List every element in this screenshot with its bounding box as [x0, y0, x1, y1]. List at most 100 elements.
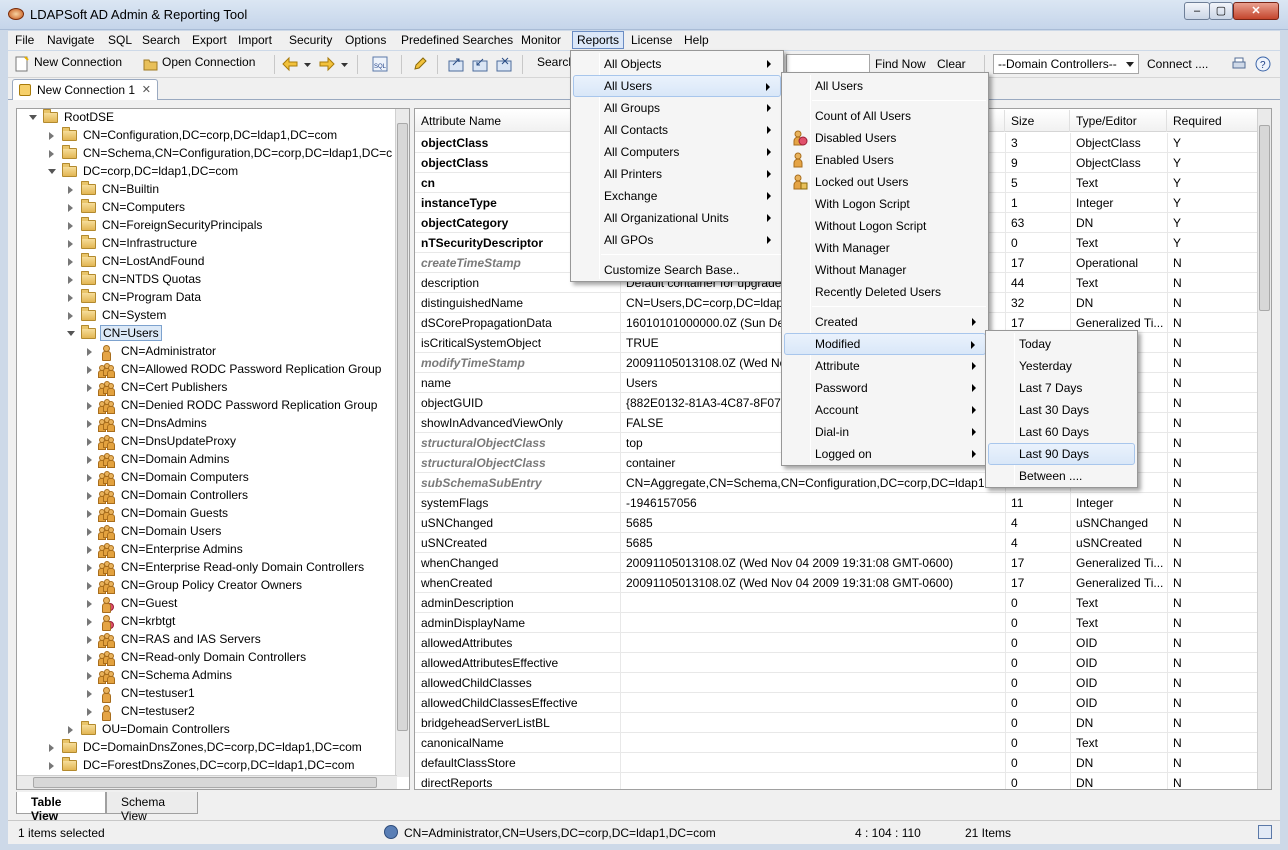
expand-closed-icon[interactable] — [87, 654, 92, 662]
expand-closed-icon[interactable] — [68, 240, 73, 248]
reports-item-customize-search-base[interactable]: Customize Search Base.. — [573, 259, 781, 281]
sql-icon[interactable]: SQL — [372, 56, 388, 72]
tree-node[interactable]: DC=DomainDnsZones,DC=corp,DC=ldap1,DC=co… — [17, 739, 397, 757]
table-row[interactable]: allowedAttributesEffective 0 OID N — [415, 653, 1259, 673]
expand-closed-icon[interactable] — [87, 582, 92, 590]
export-icon[interactable] — [448, 56, 464, 72]
expand-closed-icon[interactable] — [68, 258, 73, 266]
expand-closed-icon[interactable] — [68, 204, 73, 212]
reports-item-all-contacts[interactable]: All Contacts — [573, 119, 781, 141]
tree-node[interactable]: CN=Administrator — [17, 343, 397, 361]
expand-closed-icon[interactable] — [49, 132, 54, 140]
reports-item-exchange[interactable]: Exchange — [573, 185, 781, 207]
tree-node[interactable]: CN=Enterprise Admins — [17, 541, 397, 559]
modified-item-last-30-days[interactable]: Last 30 Days — [988, 399, 1135, 421]
tree-node[interactable]: CN=LostAndFound — [17, 253, 397, 271]
tree-node[interactable]: CN=Group Policy Creator Owners — [17, 577, 397, 595]
tree-node[interactable]: CN=Guest — [17, 595, 397, 613]
expand-closed-icon[interactable] — [68, 312, 73, 320]
users-item-attribute[interactable]: Attribute — [784, 355, 986, 377]
connect-button[interactable]: Connect .... — [1147, 57, 1208, 71]
table-vertical-scrollbar[interactable] — [1257, 109, 1271, 789]
users-item-locked-out-users[interactable]: Locked out Users — [784, 171, 986, 193]
expand-closed-icon[interactable] — [87, 420, 92, 428]
tree-node[interactable]: DC=ForestDnsZones,DC=corp,DC=ldap1,DC=co… — [17, 757, 397, 775]
menu-predefined-searches[interactable]: Predefined Searches — [397, 32, 517, 48]
menu-import[interactable]: Import — [234, 32, 276, 48]
users-item-account[interactable]: Account — [784, 399, 986, 421]
expand-closed-icon[interactable] — [87, 672, 92, 680]
tree-node[interactable]: CN=testuser1 — [17, 685, 397, 703]
table-row[interactable]: adminDisplayName 0 Text N — [415, 613, 1259, 633]
expand-closed-icon[interactable] — [87, 636, 92, 644]
users-item-all-users[interactable]: All Users — [784, 75, 986, 97]
tree-node[interactable]: CN=Denied RODC Password Replication Grou… — [17, 397, 397, 415]
tree-node[interactable]: CN=Infrastructure — [17, 235, 397, 253]
tree-node[interactable]: CN=Domain Users — [17, 523, 397, 541]
users-item-with-logon-script[interactable]: With Logon Script — [784, 193, 986, 215]
tree-node[interactable]: DC=corp,DC=ldap1,DC=com — [17, 163, 397, 181]
expand-open-icon[interactable] — [48, 169, 56, 174]
table-row[interactable]: bridgeheadServerListBL 0 DN N — [415, 713, 1259, 733]
users-item-created[interactable]: Created — [784, 311, 986, 333]
expand-closed-icon[interactable] — [87, 402, 92, 410]
expand-closed-icon[interactable] — [87, 564, 92, 572]
tab-schema-view[interactable]: Schema View — [106, 792, 198, 823]
close-button[interactable]: ✕ — [1233, 2, 1279, 20]
users-item-disabled-users[interactable]: Disabled Users — [784, 127, 986, 149]
expand-closed-icon[interactable] — [87, 690, 92, 698]
menu-reports[interactable]: Reports — [572, 31, 625, 49]
modified-item-between[interactable]: Between .... — [988, 465, 1135, 487]
tree-node[interactable]: OU=Domain Controllers — [17, 721, 397, 739]
table-row[interactable]: defaultClassStore 0 DN N — [415, 753, 1259, 773]
table-row[interactable]: allowedChildClassesEffective 0 OID N — [415, 693, 1259, 713]
print-icon[interactable] — [1231, 56, 1247, 72]
users-item-without-logon-script[interactable]: Without Logon Script — [784, 215, 986, 237]
expand-closed-icon[interactable] — [87, 438, 92, 446]
expand-closed-icon[interactable] — [87, 618, 92, 626]
domain-controllers-select[interactable]: --Domain Controllers-- — [993, 54, 1139, 74]
clear-button[interactable]: Clear — [937, 57, 966, 71]
tree-horizontal-scrollbar[interactable] — [17, 775, 397, 789]
column-size[interactable]: Size — [1005, 110, 1070, 132]
modified-item-today[interactable]: Today — [988, 333, 1135, 355]
reports-item-all-objects[interactable]: All Objects — [573, 53, 781, 75]
expand-open-icon[interactable] — [29, 115, 37, 120]
tree-node[interactable]: RootDSE — [17, 109, 397, 127]
menu-security[interactable]: Security — [285, 32, 336, 48]
expand-closed-icon[interactable] — [68, 186, 73, 194]
reports-item-all-users[interactable]: All Users — [573, 75, 781, 97]
delete-entry-icon[interactable] — [496, 56, 512, 72]
tree-node[interactable]: CN=Builtin — [17, 181, 397, 199]
modified-item-yesterday[interactable]: Yesterday — [988, 355, 1135, 377]
find-now-button[interactable]: Find Now — [875, 57, 926, 71]
expand-closed-icon[interactable] — [87, 456, 92, 464]
modified-item-last-90-days[interactable]: Last 90 Days — [988, 443, 1135, 465]
table-row[interactable]: allowedChildClasses 0 OID N — [415, 673, 1259, 693]
table-row[interactable]: directReports 0 DN N — [415, 773, 1259, 789]
tree-node[interactable]: CN=Domain Admins — [17, 451, 397, 469]
expand-closed-icon[interactable] — [87, 348, 92, 356]
reports-item-all-organizational-units[interactable]: All Organizational Units — [573, 207, 781, 229]
users-item-password[interactable]: Password — [784, 377, 986, 399]
forward-dropdown-icon[interactable] — [341, 56, 349, 72]
tree-node[interactable]: CN=Domain Computers — [17, 469, 397, 487]
tree-node[interactable]: CN=Configuration,DC=corp,DC=ldap1,DC=com — [17, 127, 397, 145]
table-row[interactable]: allowedAttributes 0 OID N — [415, 633, 1259, 653]
table-row[interactable]: uSNChanged 5685 4 uSNChanged N — [415, 513, 1259, 533]
expand-closed-icon[interactable] — [49, 762, 54, 770]
help-icon[interactable]: ? — [1255, 56, 1271, 72]
users-item-dial-in[interactable]: Dial-in — [784, 421, 986, 443]
users-item-count-of-all-users[interactable]: Count of All Users — [784, 105, 986, 127]
menu-monitor[interactable]: Monitor — [517, 32, 565, 48]
expand-closed-icon[interactable] — [87, 384, 92, 392]
table-row[interactable]: systemFlags -1946157056 11 Integer N — [415, 493, 1259, 513]
users-item-recently-deleted-users[interactable]: Recently Deleted Users — [784, 281, 986, 303]
expand-closed-icon[interactable] — [68, 726, 73, 734]
menu-file[interactable]: File — [11, 32, 38, 48]
open-connection-button[interactable]: Open Connection — [162, 55, 255, 69]
reports-item-all-computers[interactable]: All Computers — [573, 141, 781, 163]
search-input[interactable] — [786, 54, 870, 74]
tree-node[interactable]: CN=Enterprise Read-only Domain Controlle… — [17, 559, 397, 577]
table-row[interactable]: uSNCreated 5685 4 uSNCreated N — [415, 533, 1259, 553]
